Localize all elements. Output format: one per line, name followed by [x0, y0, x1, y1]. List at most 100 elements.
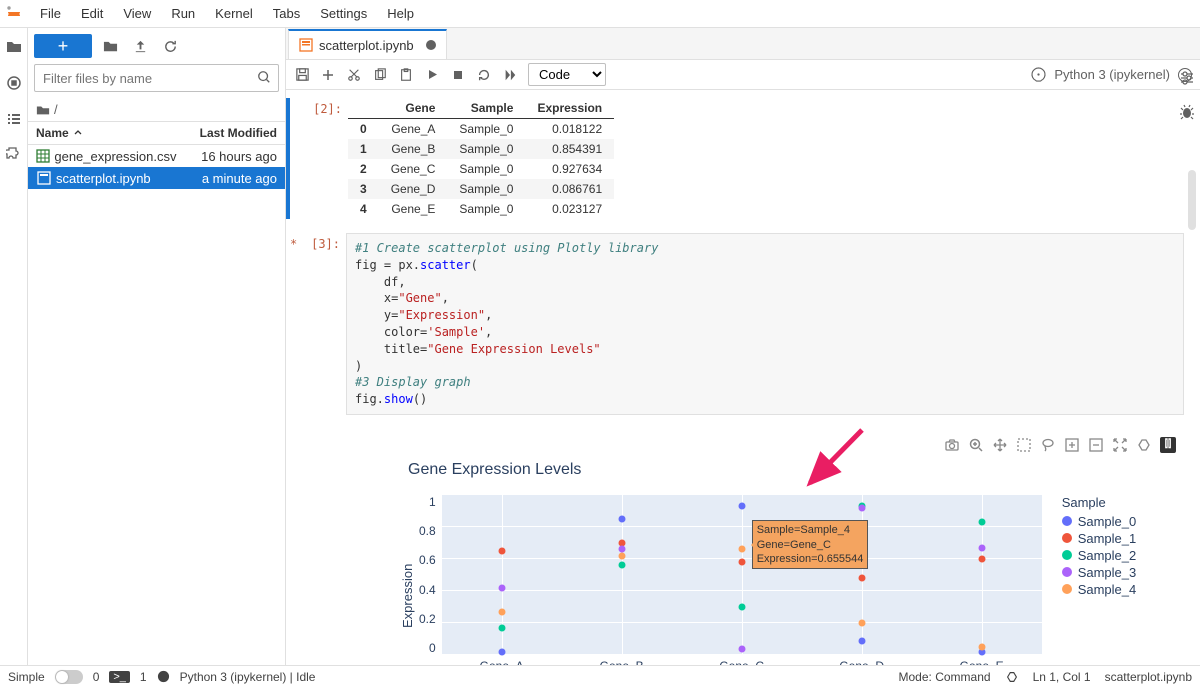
new-launcher-button[interactable]: + [34, 34, 92, 58]
lasso-icon[interactable] [1040, 437, 1056, 453]
file-row[interactable]: scatterplot.ipynba minute ago [28, 167, 285, 189]
legend-item[interactable]: Sample_0 [1062, 514, 1137, 529]
restart-icon[interactable] [476, 67, 492, 83]
tab-scatterplot[interactable]: scatterplot.ipynb [288, 29, 447, 59]
pan-icon[interactable] [992, 437, 1008, 453]
data-point[interactable] [738, 546, 745, 553]
menu-edit[interactable]: Edit [71, 2, 113, 25]
property-inspector-icon[interactable] [1179, 70, 1195, 86]
chart-legend[interactable]: Sample Sample_0Sample_1Sample_2Sample_3S… [1062, 495, 1137, 665]
data-point[interactable] [738, 645, 745, 652]
kernel-alert-icon[interactable] [1030, 67, 1046, 83]
filter-files-input[interactable] [34, 64, 279, 92]
menu-file[interactable]: File [30, 2, 71, 25]
terminal-count-b[interactable]: 1 [140, 670, 147, 684]
notebook-content[interactable]: [2]: GeneSampleExpression 0Gene_ASample_… [286, 90, 1200, 665]
y-axis-ticks: 10.80.60.40.20 [419, 495, 442, 655]
cursor-position[interactable]: Ln 1, Col 1 [1033, 670, 1091, 684]
menu-tabs[interactable]: Tabs [263, 2, 310, 25]
cell-type-select[interactable]: Code [528, 63, 606, 86]
menu-run[interactable]: Run [161, 2, 205, 25]
data-point[interactable] [978, 643, 985, 650]
refresh-icon[interactable] [158, 34, 182, 58]
notebook-toolbar: Code Python 3 (ipykernel) [286, 60, 1200, 90]
data-point[interactable] [858, 619, 865, 626]
zoom-out-icon[interactable] [1088, 437, 1104, 453]
data-point[interactable] [738, 503, 745, 510]
autoscale-icon[interactable] [1112, 437, 1128, 453]
terminal-icon[interactable]: >_ [109, 671, 130, 683]
data-point[interactable] [498, 608, 505, 615]
data-point[interactable] [978, 519, 985, 526]
data-point[interactable] [498, 624, 505, 631]
terminal-count-a[interactable]: 0 [93, 670, 100, 684]
scatter-chart[interactable]: Gene Expression Levels Expression 10.80.… [346, 453, 1184, 665]
extensions-icon[interactable] [5, 146, 23, 164]
file-row[interactable]: gene_expression.csv16 hours ago [28, 145, 285, 167]
cut-icon[interactable] [346, 67, 362, 83]
code-editor[interactable]: #1 Create scatterplot using Plotly libra… [346, 233, 1184, 415]
save-icon[interactable] [294, 67, 310, 83]
box-select-icon[interactable] [1016, 437, 1032, 453]
simple-mode-toggle[interactable] [55, 670, 83, 684]
copy-icon[interactable] [372, 67, 388, 83]
file-browser: + / Name Last Modified gene_expression.c… [28, 28, 286, 665]
restart-run-all-icon[interactable] [502, 67, 518, 83]
notifications-icon[interactable] [1005, 670, 1019, 684]
reset-axes-icon[interactable] [1136, 437, 1152, 453]
plot-area[interactable]: Sample=Sample_4Gene=Gene_CExpression=0.6… [442, 495, 1042, 655]
legend-item[interactable]: Sample_3 [1062, 565, 1137, 580]
stop-icon[interactable] [450, 67, 466, 83]
y-axis-label: Expression [396, 495, 419, 665]
breadcrumb[interactable]: / [28, 98, 285, 121]
search-icon [257, 70, 271, 84]
data-point[interactable] [858, 637, 865, 644]
data-point[interactable] [738, 559, 745, 566]
filebrowser-col-name[interactable]: Name [28, 122, 165, 144]
new-folder-icon[interactable] [98, 34, 122, 58]
data-point[interactable] [738, 603, 745, 610]
menu-help[interactable]: Help [377, 2, 424, 25]
legend-item[interactable]: Sample_4 [1062, 582, 1137, 597]
filebrowser-col-modified[interactable]: Last Modified [165, 122, 285, 144]
plotly-logo-icon[interactable]: ⫿⫿ [1160, 437, 1176, 453]
file-name: scatterplot.ipynb [56, 171, 165, 186]
zoom-in-icon[interactable] [1064, 437, 1080, 453]
folder-icon[interactable] [5, 38, 23, 56]
upload-icon[interactable] [128, 34, 152, 58]
data-point[interactable] [498, 584, 505, 591]
data-point[interactable] [858, 504, 865, 511]
data-point[interactable] [498, 648, 505, 655]
data-point[interactable] [978, 544, 985, 551]
kernel-sessions-icon[interactable] [157, 670, 170, 683]
data-point[interactable] [858, 575, 865, 582]
scrollbar[interactable] [1188, 170, 1196, 230]
data-point[interactable] [978, 555, 985, 562]
menu-settings[interactable]: Settings [310, 2, 377, 25]
cell-code-3[interactable]: [3]: #1 Create scatterplot using Plotly … [290, 233, 1184, 665]
cell-output-2[interactable]: [2]: GeneSampleExpression 0Gene_ASample_… [286, 98, 1184, 219]
data-point[interactable] [618, 515, 625, 522]
cell-prompt: [3]: [290, 233, 346, 665]
data-point[interactable] [618, 562, 625, 569]
plotly-modebar: ⫿⫿ [346, 433, 1184, 453]
kernel-name[interactable]: Python 3 (ipykernel) [1054, 67, 1170, 82]
running-icon[interactable] [5, 74, 23, 92]
notebook-area: scatterplot.ipynb Code Python 3 (ipykern… [286, 28, 1200, 665]
zoom-icon[interactable] [968, 437, 984, 453]
legend-item[interactable]: Sample_2 [1062, 548, 1137, 563]
paste-icon[interactable] [398, 67, 414, 83]
data-point[interactable] [618, 552, 625, 559]
toc-icon[interactable] [5, 110, 23, 128]
legend-item[interactable]: Sample_1 [1062, 531, 1137, 546]
mode-indicator[interactable]: Mode: Command [899, 670, 991, 684]
jupyter-logo-icon [4, 4, 24, 24]
menu-view[interactable]: View [113, 2, 161, 25]
run-icon[interactable] [424, 67, 440, 83]
data-point[interactable] [498, 547, 505, 554]
kernel-status-text[interactable]: Python 3 (ipykernel) | Idle [180, 670, 316, 684]
hover-tooltip: Sample=Sample_4Gene=Gene_CExpression=0.6… [752, 520, 869, 569]
add-cell-icon[interactable] [320, 67, 336, 83]
camera-icon[interactable] [944, 437, 960, 453]
menu-kernel[interactable]: Kernel [205, 2, 263, 25]
